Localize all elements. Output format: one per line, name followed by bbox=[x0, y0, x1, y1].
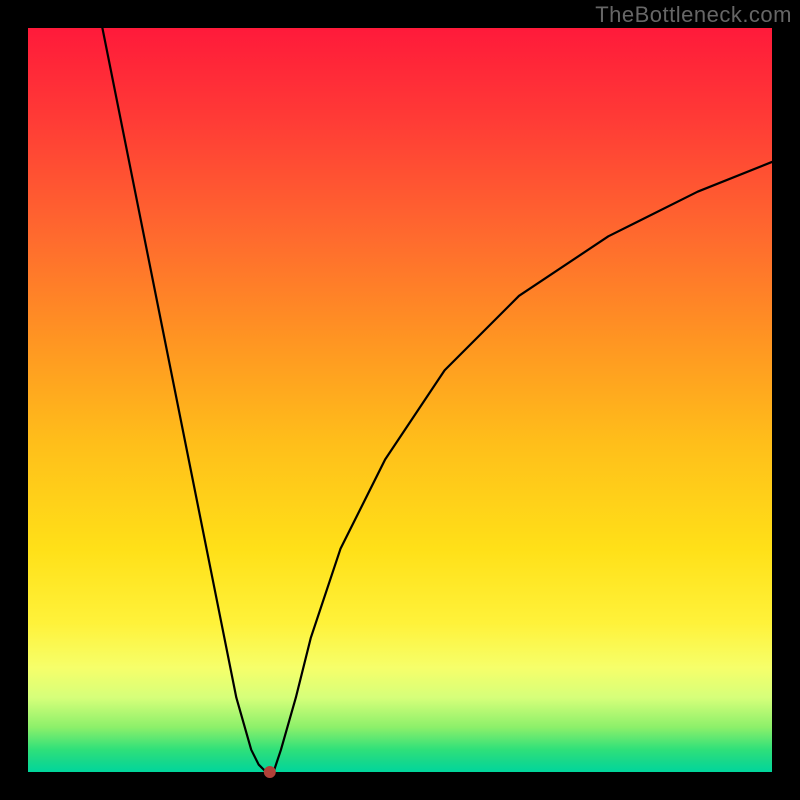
bottleneck-curve-right bbox=[274, 162, 772, 772]
curve-layer bbox=[28, 28, 772, 772]
plot-outer bbox=[28, 28, 772, 772]
vertex-marker bbox=[264, 766, 276, 778]
bottleneck-curve-left bbox=[102, 28, 266, 772]
chart-frame: TheBottleneck.com bbox=[0, 0, 800, 800]
watermark-text: TheBottleneck.com bbox=[595, 2, 792, 28]
